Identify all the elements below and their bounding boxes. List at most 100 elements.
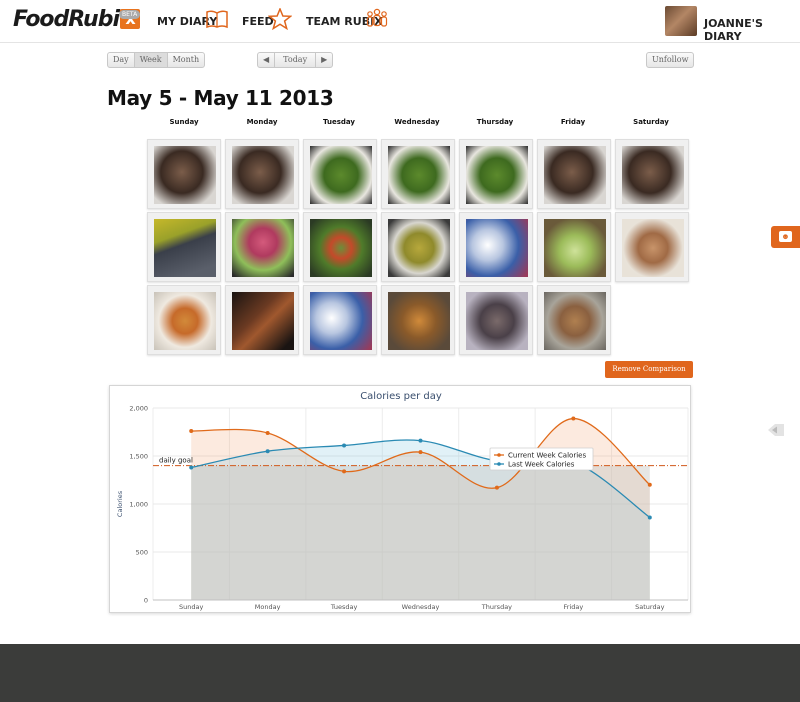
y-tick-label: 1,500	[129, 453, 148, 461]
x-tick-label: Sunday	[179, 603, 203, 611]
meal-photo-friday-3[interactable]	[537, 285, 611, 355]
user-avatar[interactable]	[665, 6, 697, 36]
meal-photo-image	[232, 292, 294, 350]
week-view-button[interactable]: Week	[134, 53, 168, 67]
page-footer	[0, 644, 800, 702]
open-book-icon[interactable]	[205, 8, 229, 30]
date-range-title: May 5 - May 11 2013	[107, 86, 334, 110]
y-tick-label: 500	[136, 549, 148, 557]
next-week-button[interactable]: ▶	[316, 53, 332, 67]
top-navigation-bar: FoodRubix BETA MY DIARY FEED TEAM RUBIX …	[0, 0, 800, 43]
data-point-current-week	[342, 469, 347, 474]
meal-photo-image	[310, 146, 372, 204]
calories-chart: Calories per day 0 500 1,000 1,500 2,000 Calor…	[109, 385, 691, 613]
month-view-button[interactable]: Month	[168, 53, 205, 67]
day-view-button[interactable]: Day	[108, 53, 135, 67]
beta-badge: BETA	[119, 10, 141, 19]
meal-photo-image	[154, 292, 216, 350]
user-diary-label[interactable]: JOANNE'S DIARY	[704, 17, 800, 43]
day-header-tuesday: Tuesday	[323, 118, 355, 126]
meal-photo-wednesday-1[interactable]	[381, 139, 455, 209]
y-tick-label: 0	[144, 597, 148, 605]
meal-photo-sunday-2[interactable]	[147, 212, 221, 282]
y-axis-label: Calories	[116, 490, 124, 517]
collapse-arrow-icon[interactable]	[768, 423, 784, 437]
daily-goal-label: daily goal	[159, 457, 193, 465]
meal-photo-image	[622, 219, 684, 277]
date-navigation: ◀ Today ▶	[257, 52, 334, 68]
smiley-chat-icon: ☻	[779, 231, 792, 242]
chart-title: Calories per day	[360, 391, 442, 402]
today-button[interactable]: Today	[275, 53, 317, 67]
meal-photo-friday-2[interactable]	[537, 212, 611, 282]
data-point-last-week	[265, 449, 270, 454]
meal-photo-sunday-1[interactable]	[147, 139, 221, 209]
y-tick-label: 1,000	[129, 501, 148, 509]
meal-photo-image	[466, 219, 528, 277]
meal-photo-tuesday-1[interactable]	[303, 139, 377, 209]
data-point-current-week	[418, 450, 423, 455]
meal-photo-image	[388, 292, 450, 350]
meal-photo-image	[544, 146, 606, 204]
x-tick-label: Thursday	[481, 603, 512, 611]
data-point-last-week	[418, 438, 423, 443]
meal-photo-image	[622, 146, 684, 204]
meal-photo-monday-3[interactable]	[225, 285, 299, 355]
meal-photo-friday-1[interactable]	[537, 139, 611, 209]
meal-photo-image	[388, 146, 450, 204]
meal-photo-saturday-1[interactable]	[615, 139, 689, 209]
meal-photo-wednesday-3[interactable]	[381, 285, 455, 355]
x-tick-label: Saturday	[635, 603, 664, 611]
meal-photo-thursday-1[interactable]	[459, 139, 533, 209]
meal-photo-image	[232, 219, 294, 277]
meal-photo-image	[154, 146, 216, 204]
meal-photo-tuesday-3[interactable]	[303, 285, 377, 355]
day-header-thursday: Thursday	[476, 118, 514, 126]
legend-point-swatch	[497, 462, 501, 466]
meal-photo-saturday-2[interactable]	[615, 212, 689, 282]
meal-photo-thursday-3[interactable]	[459, 285, 533, 355]
meal-photo-monday-2[interactable]	[225, 212, 299, 282]
day-header-saturday: Saturday	[633, 118, 669, 126]
legend-label: Current Week Calories	[508, 452, 586, 460]
meal-photo-tuesday-2[interactable]	[303, 212, 377, 282]
star-icon[interactable]	[268, 8, 292, 30]
data-point-current-week	[647, 482, 652, 487]
y-tick-label: 2,000	[129, 405, 148, 413]
unfollow-group: Unfollow	[646, 52, 695, 68]
meal-photo-sunday-3[interactable]	[147, 285, 221, 355]
day-header-friday: Friday	[560, 118, 586, 126]
data-point-current-week	[494, 485, 499, 490]
data-point-current-week	[265, 430, 270, 435]
logo-text: FoodRubi	[13, 7, 120, 32]
meal-photo-monday-1[interactable]	[225, 139, 299, 209]
meal-photo-image	[544, 292, 606, 350]
meal-photo-image	[544, 219, 606, 277]
previous-week-button[interactable]: ◀	[258, 53, 276, 67]
x-tick-label: Wednesday	[402, 603, 440, 611]
calories-chart-svg: Calories per day 0 500 1,000 1,500 2,000 Calor…	[116, 391, 689, 611]
meal-photo-wednesday-2[interactable]	[381, 212, 455, 282]
day-header-wednesday: Wednesday	[394, 118, 440, 126]
legend-point-swatch	[497, 453, 501, 457]
meal-photo-thursday-2[interactable]	[459, 212, 533, 282]
day-header-monday: Monday	[246, 118, 278, 126]
team-people-icon[interactable]	[365, 8, 389, 30]
legend-label: Last Week Calories	[508, 461, 575, 469]
view-range-toggle: Day Week Month	[107, 52, 206, 68]
data-point-current-week	[189, 429, 194, 434]
x-tick-label: Tuesday	[330, 603, 358, 611]
meal-photo-image	[232, 146, 294, 204]
x-tick-label: Monday	[255, 603, 281, 611]
meal-photo-image	[154, 219, 216, 277]
unfollow-button[interactable]: Unfollow	[647, 53, 693, 67]
remove-comparison-button[interactable]: Remove Comparison	[605, 361, 693, 378]
meal-photo-image	[466, 146, 528, 204]
day-header-sunday: Sunday	[169, 118, 199, 126]
feedback-tab[interactable]: ☻	[771, 226, 800, 248]
data-point-last-week	[647, 515, 652, 520]
data-point-current-week	[571, 416, 576, 421]
x-tick-label: Friday	[564, 603, 584, 611]
meal-photo-image	[388, 219, 450, 277]
data-point-last-week	[189, 465, 194, 470]
